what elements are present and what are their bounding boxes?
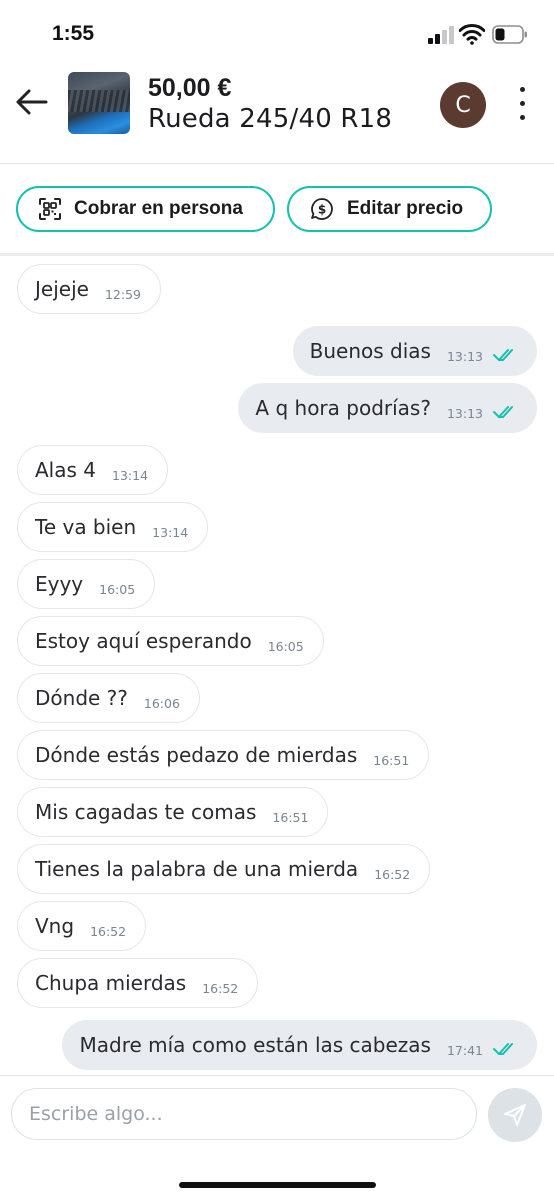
message-time: 16:51 <box>373 752 410 768</box>
incoming-message[interactable]: Chupa mierdas 16:52 <box>17 958 259 1008</box>
back-arrow-icon[interactable] <box>14 86 50 118</box>
message-time: 16:52 <box>374 866 411 882</box>
outgoing-message[interactable]: Madre mía como están las cabezas 17:41 <box>62 1020 537 1070</box>
price-chat-icon: $ <box>311 198 333 220</box>
home-indicator <box>179 1182 376 1188</box>
message-time: 12:59 <box>104 286 141 302</box>
message-text: A q hora podrías? <box>255 396 431 420</box>
message-text: Tienes la palabra de una mierda <box>35 857 359 881</box>
incoming-message[interactable]: Mis cagadas te comas 16:51 <box>17 787 329 837</box>
cobrar-label: Cobrar en persona <box>74 198 243 219</box>
message-input[interactable] <box>11 1088 477 1140</box>
message-text: Estoy aquí esperando <box>35 629 252 653</box>
message-time: 16:52 <box>90 923 127 939</box>
read-receipt-icon <box>493 1043 513 1055</box>
incoming-message[interactable]: Jejeje 12:59 <box>17 264 161 314</box>
message-text: Mis cagadas te comas <box>35 800 257 824</box>
product-title[interactable]: Rueda 245/40 R18 <box>148 104 392 134</box>
chat-header: 50,00 € Rueda 245/40 R18 C <box>0 62 554 164</box>
incoming-message[interactable]: Dónde ?? 16:06 <box>17 673 200 723</box>
send-button[interactable] <box>488 1088 542 1142</box>
message-text: Eyyy <box>35 572 84 596</box>
battery-icon <box>492 25 527 44</box>
more-options-icon[interactable] <box>512 84 532 124</box>
editar-label: Editar precio <box>347 198 464 219</box>
message-time: 13:14 <box>152 524 189 540</box>
status-bar: 1:55 <box>0 0 554 62</box>
editar-precio-button[interactable]: $ Editar precio <box>287 186 492 232</box>
send-icon <box>504 1104 526 1126</box>
incoming-message[interactable]: Estoy aquí esperando 16:05 <box>17 616 324 666</box>
outgoing-message[interactable]: A q hora podrías? 13:13 <box>238 383 537 433</box>
message-text: Vng <box>35 914 75 938</box>
qr-code-icon <box>39 198 61 220</box>
incoming-message[interactable]: Dónde estás pedazo de mierdas 16:51 <box>17 730 430 780</box>
message-time: 13:14 <box>112 467 149 483</box>
product-price: 50,00 € <box>148 74 232 102</box>
message-text: Te va bien <box>35 515 137 539</box>
signal-icon <box>428 26 454 44</box>
incoming-message[interactable]: Tienes la palabra de una mierda 16:52 <box>17 844 431 894</box>
incoming-message[interactable]: Vng 16:52 <box>17 901 147 951</box>
incoming-message[interactable]: Eyyy 16:05 <box>17 559 156 609</box>
message-text: Dónde ?? <box>35 686 128 710</box>
message-time: 16:52 <box>202 980 239 996</box>
cobrar-en-persona-button[interactable]: Cobrar en persona <box>16 186 275 232</box>
message-time: 16:05 <box>267 638 304 654</box>
message-time: 17:41 <box>446 1042 483 1058</box>
status-time: 1:55 <box>52 22 95 45</box>
message-text: Madre mía como están las cabezas <box>79 1033 431 1057</box>
action-bar: Cobrar en persona $ Editar precio <box>0 164 554 256</box>
product-thumbnail[interactable] <box>68 72 130 134</box>
message-text: Dónde estás pedazo de mierdas <box>35 743 358 767</box>
message-time: 13:13 <box>446 405 483 421</box>
wifi-icon <box>459 24 485 45</box>
message-time: 16:05 <box>99 581 136 597</box>
message-time: 16:51 <box>272 809 309 825</box>
message-text: Chupa mierdas <box>35 971 187 995</box>
message-list[interactable]: Jejeje 12:59 Buenos dias 13:13 A q hora podr… <box>0 259 554 1075</box>
svg-text:$: $ <box>318 203 326 217</box>
read-receipt-icon <box>493 406 513 418</box>
incoming-message[interactable]: Te va bien 13:14 <box>17 502 209 552</box>
message-time: 16:06 <box>143 695 180 711</box>
avatar[interactable]: C <box>440 82 486 128</box>
message-time: 13:13 <box>446 348 483 364</box>
message-text: Alas 4 <box>35 458 96 482</box>
read-receipt-icon <box>493 349 513 361</box>
composer <box>0 1075 554 1200</box>
message-text: Buenos dias <box>309 339 431 363</box>
incoming-message[interactable]: Alas 4 13:14 <box>17 445 169 495</box>
message-text: Jejeje <box>35 277 89 301</box>
outgoing-message[interactable]: Buenos dias 13:13 <box>292 326 537 376</box>
